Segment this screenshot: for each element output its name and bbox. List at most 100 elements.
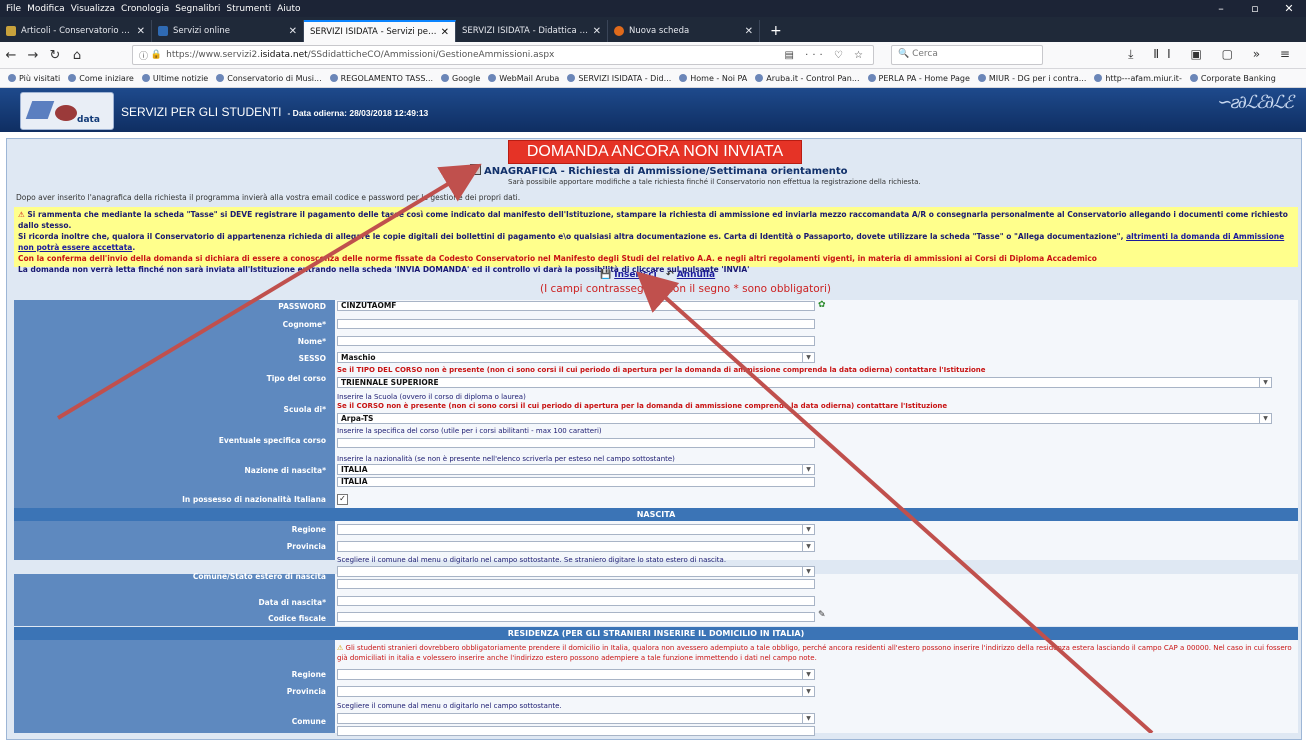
tab-servizi-online[interactable]: Servizi online ✕ [152, 20, 304, 42]
nazione-label: Nazione di nascita* [244, 466, 326, 475]
nazione-text-field[interactable]: ITALIA [337, 477, 815, 487]
search-input[interactable]: 🔍 Cerca [891, 45, 1043, 65]
chevron-down-icon: ▼ [802, 670, 814, 679]
bookmark-item[interactable]: Più visitati [8, 74, 60, 83]
tab-close-icon[interactable]: ✕ [137, 26, 145, 37]
tab-close-icon[interactable]: ✕ [441, 27, 449, 38]
tab-favicon-icon [614, 26, 624, 36]
bookmark-item[interactable]: Home - Noi PA [679, 74, 747, 83]
menu-segnalibri[interactable]: Segnalibri [175, 4, 220, 14]
specifica-label: Eventuale specifica corso [218, 436, 326, 445]
form-actions: 💾 Inserisci ↶ Annulla [600, 270, 715, 280]
maximize-icon[interactable]: ▫ [1238, 2, 1272, 15]
bookmark-item[interactable]: SERVIZI ISIDATA - Did... [567, 74, 671, 83]
bookmark-item[interactable]: WebMail Aruba [488, 74, 559, 83]
provincia-select[interactable]: ▼ [337, 541, 815, 552]
data-nascita-field[interactable] [337, 596, 815, 606]
menu-strumenti[interactable]: Strumenti [226, 4, 271, 14]
back-icon[interactable]: ← [0, 48, 22, 63]
nazionalita-checkbox[interactable]: ✓ [337, 494, 348, 505]
tab-close-icon[interactable]: ✕ [593, 26, 601, 37]
chevron-down-icon: ▼ [1259, 414, 1271, 423]
password-field[interactable]: CINZUTAOMF [337, 301, 815, 311]
bookmark-item[interactable]: Ultime notizie [141, 74, 208, 83]
comune-nascita-field[interactable] [337, 579, 815, 589]
new-tab-icon[interactable]: + [760, 20, 792, 42]
sesso-select[interactable]: Maschio ▼ [337, 352, 815, 363]
bookmark-item[interactable]: Conservatorio di Musi... [216, 74, 322, 83]
comune-nascita-select[interactable]: ▼ [337, 566, 815, 577]
tab-close-icon[interactable]: ✕ [289, 26, 297, 37]
bookmark-item[interactable]: Corporate Banking [1189, 74, 1276, 83]
insert-button[interactable]: Inserisci [614, 270, 657, 280]
tab-favicon-icon [158, 26, 168, 36]
site-header: data SERVIZI PER GLI STUDENTI - Data odie… [0, 88, 1306, 132]
nav-bar: ← → ↻ ⌂ ⓘ 🔒 https://www.servizi2. isidata… [0, 42, 1306, 69]
tipo-corso-label: Tipo del corso [266, 374, 326, 383]
tab-close-icon[interactable]: ✕ [745, 26, 753, 37]
required-note: (I campi contrassegnati con il segno * s… [540, 283, 831, 295]
close-icon[interactable]: ✕ [1272, 2, 1306, 15]
codice-fiscale-field[interactable] [337, 612, 815, 622]
chevron-down-icon: ▼ [802, 465, 814, 474]
specifica-field[interactable] [337, 438, 815, 448]
bookmark-item[interactable]: Google [441, 74, 480, 83]
nazione-select[interactable]: ITALIA ▼ [337, 464, 815, 475]
forward-icon[interactable]: → [22, 48, 44, 63]
regione-select[interactable]: ▼ [337, 524, 815, 535]
comune-res-field[interactable] [337, 726, 815, 736]
home-icon[interactable]: ⌂ [66, 48, 88, 63]
cancel-button[interactable]: Annulla [677, 270, 715, 280]
bookmark-item[interactable]: MIUR - DG per i contra... [977, 74, 1086, 83]
toolbar-icons[interactable]: ⤓ ⅡⅠ ▣ ▢ » ≡ [1128, 47, 1298, 62]
regione-label: Regione [291, 525, 326, 534]
reload-icon[interactable]: ↻ [44, 48, 66, 63]
info-icon[interactable]: ⓘ [139, 49, 148, 62]
minimize-icon[interactable]: – [1204, 2, 1238, 15]
chevron-down-icon: ▼ [802, 567, 814, 576]
regione-res-label: Regione [291, 670, 326, 679]
tab-nuova-scheda[interactable]: Nuova scheda ✕ [608, 20, 760, 42]
url-bar[interactable]: ⓘ 🔒 https://www.servizi2. isidata.net/SSd… [132, 45, 874, 65]
calculate-cf-icon[interactable]: ✎ [818, 610, 826, 620]
comune-res-select[interactable]: ▼ [337, 713, 815, 724]
comune-nascita-label: Comune/Stato estero di nascita [192, 572, 326, 581]
residenza-hint: ⚠ Gli studenti stranieri dovrebbero obbl… [337, 644, 1292, 662]
provincia-label: Provincia [286, 542, 326, 551]
menu-bar: File Modifica Visualizza Cronologia Segn… [0, 0, 1306, 17]
menu-file[interactable]: File [6, 4, 21, 14]
undo-icon: ↶ [666, 270, 674, 280]
menu-aiuto[interactable]: Aiuto [277, 4, 300, 14]
bookmark-item[interactable]: Come iniziare [68, 74, 134, 83]
menu-cronologia[interactable]: Cronologia [121, 4, 169, 14]
nome-field[interactable] [337, 336, 815, 346]
tab-servizi-isidata-didattica[interactable]: SERVIZI ISIDATA - Didattica Conser✕ [456, 20, 608, 42]
provincia-res-select[interactable]: ▼ [337, 686, 815, 697]
page-subtitle: Sarà possibile apportare modifiche a tal… [508, 178, 921, 186]
nazione-hint: Inserire la nazionalità (se non è presen… [337, 455, 675, 463]
tab-articoli[interactable]: Articoli - Conservatorio di Mu:✕ [0, 20, 152, 42]
info-text: Dopo aver inserito l'anagrafica della ri… [16, 193, 521, 202]
cognome-field[interactable] [337, 319, 815, 329]
bookmarks-bar: Più visitati Come iniziare Ultime notizi… [0, 69, 1306, 88]
regione-res-select[interactable]: ▼ [337, 669, 815, 680]
scuola-select[interactable]: Arpa-TS ▼ [337, 413, 1272, 424]
data-nascita-label: Data di nascita* [258, 598, 326, 607]
tab-favicon-icon [6, 26, 16, 36]
bookmark-item[interactable]: http---afam.miur.it- [1094, 74, 1182, 83]
tipo-corso-hint: Se il TIPO DEL CORSO non è presente (non… [337, 366, 986, 374]
specifica-hint: Inserire la specifica del corso (utile p… [337, 427, 602, 435]
menu-visualizza[interactable]: Visualizza [71, 4, 115, 14]
codice-fiscale-label: Codice fiscale [268, 614, 326, 623]
comune-res-label: Comune [291, 717, 326, 726]
print-icon[interactable] [470, 164, 481, 175]
tab-servizi-isidata-studenti[interactable]: SERVIZI ISIDATA - Servizi per gli stu✕ [304, 20, 456, 42]
bookmark-item[interactable]: PERLA PA - Home Page [867, 74, 970, 83]
refresh-password-icon[interactable]: ✿ [818, 300, 826, 310]
menu-modifica[interactable]: Modifica [27, 4, 65, 14]
tipo-corso-select[interactable]: TRIENNALE SUPERIORE ▼ [337, 377, 1272, 388]
page-actions-icon[interactable]: ▤ ··· ♡ ☆ [785, 50, 867, 61]
bookmark-item[interactable]: REGOLAMENTO TASS... [329, 74, 433, 83]
status-banner: DOMANDA ANCORA NON INVIATA [508, 140, 802, 164]
bookmark-item[interactable]: Aruba.it - Control Pan... [755, 74, 860, 83]
